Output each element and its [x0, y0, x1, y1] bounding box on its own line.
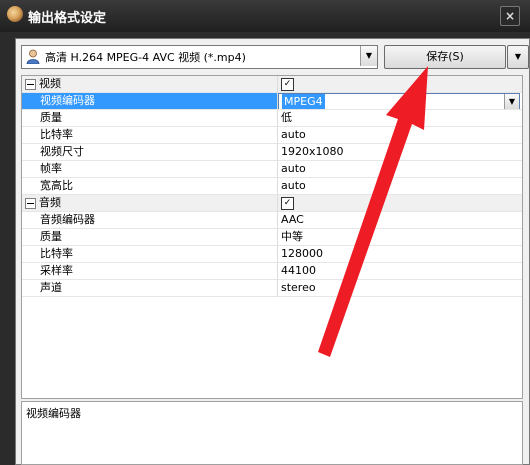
- property-value[interactable]: stereo: [278, 280, 522, 297]
- category-row-video[interactable]: 视频 ✓: [22, 76, 522, 93]
- title-bar[interactable]: 输出格式设定 ×: [0, 0, 530, 32]
- property-value[interactable]: AAC: [278, 212, 522, 229]
- chevron-down-icon[interactable]: ▼: [504, 94, 519, 109]
- window-title: 输出格式设定: [28, 11, 107, 26]
- property-label: 视频编码器: [40, 94, 95, 107]
- category-label: 视频: [39, 77, 61, 90]
- property-row[interactable]: 比特率 auto: [22, 127, 522, 144]
- category-label: 音频: [39, 196, 61, 209]
- property-row[interactable]: 声道 stereo: [22, 280, 522, 297]
- property-label: 声道: [40, 281, 62, 294]
- preset-label: 高清 H.264 MPEG-4 AVC 视频 (*.mp4): [45, 51, 246, 64]
- property-value[interactable]: auto: [278, 127, 522, 144]
- property-value[interactable]: auto: [278, 161, 522, 178]
- property-row[interactable]: 质量 低: [22, 110, 522, 127]
- property-label: 比特率: [40, 247, 73, 260]
- save-options-chevron-down-icon[interactable]: ▼: [507, 45, 529, 69]
- property-value[interactable]: 1920x1080: [278, 144, 522, 161]
- description-text: 视频编码器: [26, 407, 81, 420]
- description-panel: 视频编码器: [21, 401, 523, 465]
- collapse-icon[interactable]: [25, 198, 36, 209]
- property-row[interactable]: 比特率 128000: [22, 246, 522, 263]
- save-button[interactable]: 保存(S): [384, 45, 506, 69]
- close-icon[interactable]: ×: [500, 6, 520, 26]
- property-grid: 视频 ✓ 视频编码器 MPEG4 ▼ 质量 低 比特率 auto 视频尺寸 19…: [21, 75, 523, 399]
- chevron-down-icon[interactable]: ▼: [360, 46, 377, 66]
- property-row[interactable]: 音频编码器 AAC: [22, 212, 522, 229]
- property-row[interactable]: 视频编码器 MPEG4 ▼: [22, 93, 522, 110]
- user-icon: [26, 49, 40, 64]
- property-value[interactable]: auto: [278, 178, 522, 195]
- property-label: 宽高比: [40, 179, 73, 192]
- property-label: 音频编码器: [40, 213, 95, 226]
- video-enabled-checkbox[interactable]: ✓: [281, 78, 294, 91]
- property-value[interactable]: 44100: [278, 263, 522, 280]
- property-value: MPEG4: [282, 94, 325, 109]
- property-row[interactable]: 宽高比 auto: [22, 178, 522, 195]
- property-label: 比特率: [40, 128, 73, 141]
- property-label: 帧率: [40, 162, 62, 175]
- preset-select[interactable]: 高清 H.264 MPEG-4 AVC 视频 (*.mp4) ▼: [21, 45, 378, 69]
- dialog-body: 高清 H.264 MPEG-4 AVC 视频 (*.mp4) ▼ 保存(S) ▼…: [15, 38, 530, 465]
- property-label: 视频尺寸: [40, 145, 84, 158]
- property-label: 质量: [40, 230, 62, 243]
- property-value[interactable]: 128000: [278, 246, 522, 263]
- category-row-audio[interactable]: 音频 ✓: [22, 195, 522, 212]
- audio-enabled-checkbox[interactable]: ✓: [281, 197, 294, 210]
- app-icon: [7, 6, 23, 22]
- property-label: 采样率: [40, 264, 73, 277]
- property-value[interactable]: 低: [278, 110, 522, 127]
- property-value[interactable]: 中等: [278, 229, 522, 246]
- property-row[interactable]: 帧率 auto: [22, 161, 522, 178]
- property-row[interactable]: 质量 中等: [22, 229, 522, 246]
- collapse-icon[interactable]: [25, 79, 36, 90]
- property-label: 质量: [40, 111, 62, 124]
- video-encoder-select[interactable]: MPEG4 ▼: [278, 93, 520, 109]
- property-row[interactable]: 采样率 44100: [22, 263, 522, 280]
- property-row[interactable]: 视频尺寸 1920x1080: [22, 144, 522, 161]
